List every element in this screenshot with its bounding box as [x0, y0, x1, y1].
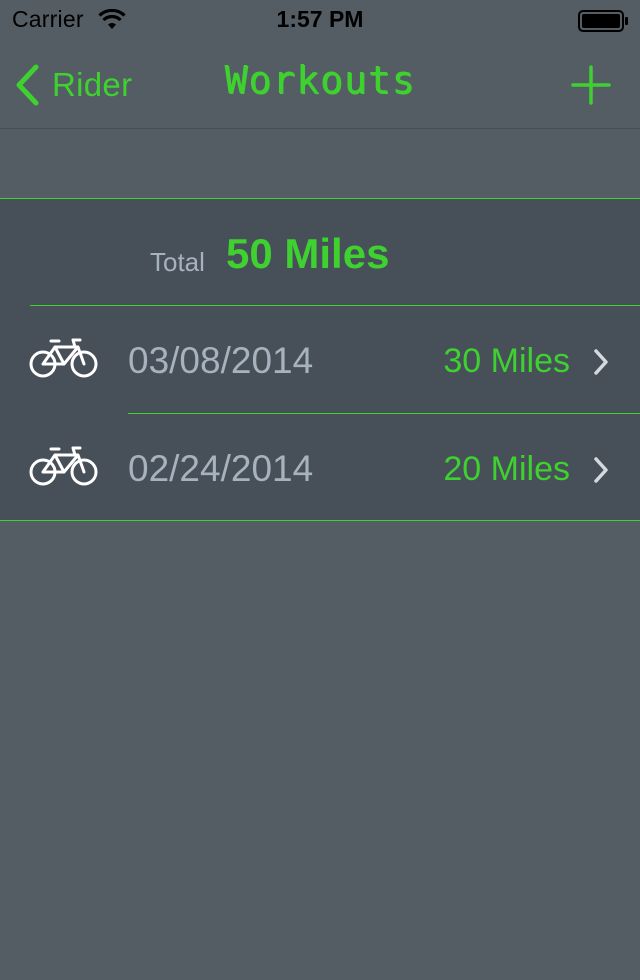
- total-label: Total: [150, 247, 205, 277]
- workouts-section: Total 50 Miles 03/08/2014 30 Miles 02/24…: [0, 198, 640, 521]
- plus-icon: [571, 65, 611, 105]
- chevron-right-icon: [594, 457, 608, 483]
- status-time: 1:57 PM: [276, 6, 364, 32]
- workout-row[interactable]: 03/08/2014 30 Miles: [0, 306, 640, 413]
- workout-row[interactable]: 02/24/2014 20 Miles: [0, 414, 640, 521]
- chevron-right-icon: [594, 349, 608, 375]
- status-bar: Carrier 1:57 PM: [0, 0, 640, 40]
- bicycle-icon: [29, 446, 98, 486]
- workout-miles: 20 Miles: [443, 450, 570, 488]
- add-workout-button[interactable]: [568, 62, 614, 108]
- total-value: 50 Miles: [226, 230, 390, 277]
- workout-date: 03/08/2014: [128, 340, 314, 381]
- workout-miles: 30 Miles: [443, 342, 570, 380]
- battery-icon: [578, 10, 628, 32]
- workout-date: 02/24/2014: [128, 448, 314, 489]
- navigation-bar: Rider Workouts: [0, 40, 640, 129]
- page-title: Workouts: [224, 58, 416, 102]
- total-row: Total 50 Miles: [0, 199, 640, 306]
- bicycle-icon: [29, 338, 98, 378]
